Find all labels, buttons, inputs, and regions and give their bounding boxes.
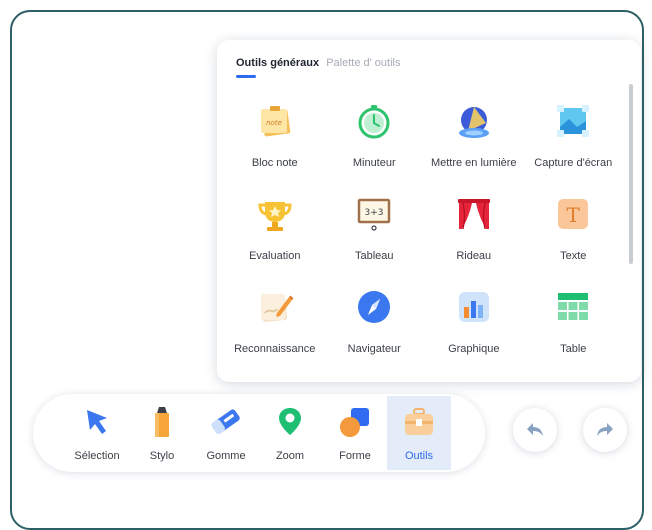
tool-label-tableau: Tableau <box>354 250 394 262</box>
tool-label-graphique: Graphique <box>448 343 500 355</box>
recognition-icon <box>260 294 294 322</box>
tool-texte[interactable]: T Texte <box>524 188 624 281</box>
toolbar-zoom[interactable]: Zoom <box>258 396 322 470</box>
toolbar-gomme[interactable]: Gomme <box>194 396 258 470</box>
toolbar-stylo[interactable]: Stylo <box>130 396 194 470</box>
toolbar-outils[interactable]: Outils <box>387 396 451 470</box>
active-tab-indicator <box>236 75 256 78</box>
tool-label-reconnaissance: Reconnaissance <box>234 343 316 355</box>
tools-grid: note Bloc note Minuteur Mettre en lumièr… <box>225 95 623 374</box>
cursor-arrow-icon <box>87 410 107 434</box>
tool-reconnaissance[interactable]: Reconnaissance <box>225 281 325 374</box>
panel-scrollbar[interactable] <box>629 84 633 264</box>
tab-outils-generaux[interactable]: Outils généraux <box>236 57 319 69</box>
toolbar-label-selection: Sélection <box>74 450 120 462</box>
shapes-icon <box>340 408 369 437</box>
curtain-icon <box>457 199 490 230</box>
stopwatch-icon <box>358 105 390 139</box>
toolbar-label-forme: Forme <box>339 450 371 462</box>
toolbar-label-stylo: Stylo <box>149 450 175 462</box>
pen-icon <box>155 407 169 437</box>
tools-panel: Outils généraux Palette d' outils note B… <box>217 40 641 382</box>
redo-button[interactable] <box>583 408 627 452</box>
tool-table[interactable]: Table <box>524 281 624 374</box>
sticky-note-icon: note <box>260 106 291 137</box>
tool-label-texte: Texte <box>560 250 587 262</box>
spotlight-icon <box>458 107 489 138</box>
tool-bloc-note[interactable]: note Bloc note <box>225 95 325 188</box>
toolbar-label-gomme: Gomme <box>206 450 246 462</box>
tool-label-navigateur: Navigateur <box>347 343 401 355</box>
zoom-pin-icon <box>279 408 301 435</box>
toolbar-label-zoom: Zoom <box>275 450 305 462</box>
tool-evaluation[interactable]: Evaluation <box>225 188 325 281</box>
tool-label-minuteur: Minuteur <box>352 157 396 169</box>
tool-graphique[interactable]: Graphique <box>424 281 524 374</box>
tool-label-evaluation: Evaluation <box>249 250 301 262</box>
toolbox-icon <box>405 408 433 435</box>
toolbar-forme[interactable]: Forme <box>323 396 387 470</box>
tableau-icon-text: 3+3 <box>365 208 384 218</box>
toolbar-selection[interactable]: Sélection <box>65 396 129 470</box>
screenshot-icon <box>557 105 590 137</box>
tool-mettre-en-lumiere[interactable]: Mettre en lumière <box>424 95 524 188</box>
tool-label-table: Table <box>560 343 587 355</box>
tool-rideau[interactable]: Rideau <box>424 188 524 281</box>
tool-label-bloc-note: Bloc note <box>251 157 298 169</box>
bottom-toolbar: Sélection Stylo Gomme Zoom Forme Outils <box>33 394 485 472</box>
undo-icon <box>527 423 543 436</box>
tab-palette-outils[interactable]: Palette d' outils <box>326 57 400 69</box>
compass-icon <box>358 291 391 323</box>
text-icon: T <box>558 199 589 229</box>
tool-minuteur[interactable]: Minuteur <box>325 95 425 188</box>
blackboard-icon: 3+3 <box>358 198 391 231</box>
toolbar-label-outils: Outils <box>404 450 434 462</box>
bar-chart-icon <box>458 292 489 322</box>
redo-icon <box>597 423 613 436</box>
tool-label-mettre-en-lumiere: Mettre en lumière <box>430 157 517 169</box>
undo-button[interactable] <box>513 408 557 452</box>
tool-label-rideau: Rideau <box>456 250 492 262</box>
eraser-icon <box>211 409 240 434</box>
tool-tableau[interactable]: 3+3 Tableau <box>325 188 425 281</box>
table-icon <box>558 293 589 320</box>
tool-capture-ecran[interactable]: Capture d'écran <box>524 95 624 188</box>
note-icon-text: note <box>266 119 282 127</box>
tools-tabs: Outils généraux Palette d' outils <box>236 57 404 69</box>
texte-icon-text: T <box>567 203 581 227</box>
tool-label-capture-ecran: Capture d'écran <box>534 157 613 169</box>
tool-navigateur[interactable]: Navigateur <box>325 281 425 374</box>
trophy-icon <box>258 202 292 231</box>
